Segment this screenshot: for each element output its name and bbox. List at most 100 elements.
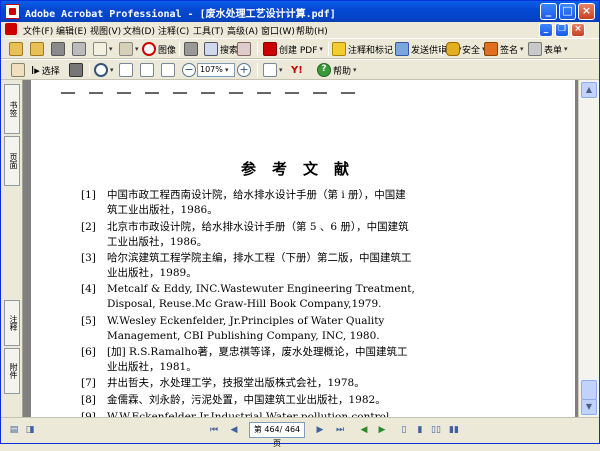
search-label: 搜索 bbox=[220, 45, 239, 56]
search-image-button[interactable]: 图像 bbox=[142, 41, 176, 57]
zoom-input[interactable]: 107% bbox=[197, 63, 235, 77]
hand-tool-button[interactable] bbox=[11, 62, 25, 78]
tab-comments[interactable]: 注释 bbox=[4, 300, 20, 346]
reference-text-line: 业出版社，1981。 bbox=[107, 361, 197, 373]
actual-size-icon bbox=[119, 63, 133, 77]
menu-view[interactable]: 视图(V) bbox=[90, 24, 121, 37]
acrobat-window: Adobe Acrobat Professional - [废水处理工艺设计计算… bbox=[0, 0, 600, 448]
reference-item: [9] W.W.Eckenfelder Jr.Industrial Water p… bbox=[81, 410, 507, 417]
continuous-icon[interactable]: ▮ bbox=[413, 423, 427, 437]
menu-tools[interactable]: 工具(T) bbox=[193, 24, 224, 37]
reference-text-line: 筑工业出版社，1986。 bbox=[107, 204, 218, 216]
main-toolbar: ▾ ▾ 图像 搜索 创建 PDF▾ 注释和标记▾ 发送供审阅▾ 安全▾ 签名▾ … bbox=[1, 38, 599, 59]
menu-advanced[interactable]: 高级(A) bbox=[227, 24, 258, 37]
fit-width-button[interactable] bbox=[161, 62, 175, 78]
open-button[interactable] bbox=[9, 41, 23, 57]
forms-button[interactable]: 表单 ▾ bbox=[528, 41, 568, 57]
yahoo-button[interactable]: Y! bbox=[291, 62, 303, 78]
page-number-field[interactable]: 第 464/ 464 页 bbox=[249, 422, 305, 448]
doc-minimize-button[interactable]: _ bbox=[539, 23, 553, 37]
minimize-button[interactable]: _ bbox=[540, 3, 557, 20]
create-button[interactable] bbox=[30, 41, 44, 57]
attach-button[interactable]: ▾ bbox=[119, 41, 139, 57]
menu-edit[interactable]: 编辑(E) bbox=[56, 24, 87, 37]
next-page-button[interactable]: ▶ bbox=[313, 423, 327, 437]
document-icon[interactable] bbox=[5, 23, 17, 35]
tab-attachments[interactable]: 附件 bbox=[4, 348, 20, 394]
divider bbox=[257, 42, 258, 56]
divider bbox=[441, 42, 442, 56]
print-small-button[interactable] bbox=[184, 41, 198, 57]
header-rule bbox=[61, 92, 361, 94]
menu-document[interactable]: 文档(D) bbox=[123, 24, 155, 37]
scroll-down-button[interactable]: ▼ bbox=[581, 399, 597, 415]
menu-window[interactable]: 窗口(W) bbox=[261, 24, 295, 37]
printer-icon bbox=[184, 42, 198, 56]
page-size-icon: ◨ bbox=[25, 425, 35, 435]
select-label: 选择 bbox=[41, 66, 60, 77]
snapshot-button[interactable] bbox=[69, 62, 83, 78]
page-layout-icon[interactable]: ▤ bbox=[7, 423, 21, 437]
create-pdf-icon bbox=[263, 42, 277, 56]
maximize-button[interactable]: □ bbox=[559, 3, 576, 20]
comment-markup-button[interactable]: 注释和标记▾ bbox=[332, 41, 399, 57]
print-button[interactable] bbox=[72, 41, 86, 57]
continuous-facing-icon[interactable]: ▮▮ bbox=[447, 423, 461, 437]
camera-icon bbox=[69, 63, 83, 77]
reference-text-line: 金儒霖、刘永龄，污泥处置，中国建筑工业出版社，1982。 bbox=[107, 394, 386, 406]
doc-restore-button[interactable]: ❐ bbox=[555, 23, 569, 37]
create-pdf-label: 创建 PDF bbox=[279, 45, 318, 56]
form-label: 表单 bbox=[544, 45, 563, 56]
zoom-tool-button[interactable]: ▾ bbox=[94, 62, 114, 78]
reference-text-line: Management, CBI Publishing Company, INC,… bbox=[107, 330, 380, 342]
menu-bar: 文件(F) 编辑(E) 视图(V) 文档(D) 注释(C) 工具(T) 高级(A… bbox=[1, 22, 599, 38]
tab-bookmarks[interactable]: 书签 bbox=[4, 84, 20, 134]
create-pdf-button[interactable]: 创建 PDF ▾ bbox=[263, 41, 323, 57]
previous-page-button[interactable]: ◀ bbox=[227, 423, 241, 437]
email-button[interactable]: ▾ bbox=[93, 41, 113, 57]
reference-text-line: [加] R.S.Ramalho著，夏忠祺等译，废水处理概论，中国建筑工 bbox=[107, 346, 408, 358]
reference-text-line: 业出版社，1989。 bbox=[107, 267, 197, 279]
menu-comments[interactable]: 注释(C) bbox=[158, 24, 189, 37]
document-viewport[interactable]: 参考文献 [1] 中国市政工程西南设计院，给水排水设计手册（第 i 册），中国建筑… bbox=[23, 80, 578, 417]
doc-close-button[interactable]: × bbox=[571, 23, 585, 37]
menu-file[interactable]: 文件(F) bbox=[23, 24, 53, 37]
help-label: 帮助 bbox=[333, 66, 352, 77]
review-icon bbox=[395, 42, 409, 56]
reference-item: [1] 中国市政工程西南设计院，给水排水设计手册（第 i 册），中国建 筑工业出版社… bbox=[81, 188, 507, 218]
close-button[interactable]: × bbox=[578, 3, 595, 20]
actual-size-button[interactable] bbox=[119, 62, 133, 78]
menu-help[interactable]: 帮助(H) bbox=[296, 24, 328, 37]
tab-pages[interactable]: 页面 bbox=[4, 136, 20, 186]
scroll-up-button[interactable]: ▲ bbox=[581, 82, 597, 98]
reference-number: [4] bbox=[81, 283, 96, 295]
search-button[interactable]: 搜索 bbox=[204, 41, 238, 57]
zoom-out-button[interactable]: − bbox=[182, 62, 196, 78]
save-button[interactable] bbox=[51, 41, 65, 57]
reference-number: [5] bbox=[81, 315, 96, 327]
organizer-button[interactable] bbox=[237, 41, 251, 57]
previous-view-button[interactable]: ◀ bbox=[357, 423, 371, 437]
reference-text-line: Metcalf & Eddy, INC.Wastewuter Engineeri… bbox=[107, 283, 415, 295]
rotate-button[interactable]: ▾ bbox=[263, 62, 283, 78]
pen-icon bbox=[484, 42, 498, 56]
vertical-scrollbar[interactable]: ▲ ▼ bbox=[578, 80, 599, 417]
scroll-thumb[interactable] bbox=[581, 380, 597, 400]
next-view-button[interactable]: ▶ bbox=[375, 423, 389, 437]
last-page-button[interactable]: ⏭ bbox=[333, 423, 347, 437]
select-tool-button[interactable]: Ι▸ 选择 bbox=[31, 62, 60, 78]
create-icon bbox=[30, 42, 44, 56]
sign-label: 签名 bbox=[500, 45, 519, 56]
target-icon bbox=[142, 42, 156, 56]
help-button[interactable]: ? 帮助 ▾ bbox=[317, 62, 357, 78]
zoom-dropdown[interactable]: ▾ bbox=[225, 62, 229, 78]
secure-button[interactable]: 安全▾ bbox=[446, 41, 486, 57]
fit-page-button[interactable] bbox=[140, 62, 154, 78]
first-page-button[interactable]: ⏮ bbox=[207, 423, 221, 437]
title-bar[interactable]: Adobe Acrobat Professional - [废水处理工艺设计计算… bbox=[1, 1, 599, 22]
sign-button[interactable]: 签名 ▾ bbox=[484, 41, 524, 57]
facing-icon[interactable]: ▯▯ bbox=[429, 423, 443, 437]
single-page-icon[interactable]: ▯ bbox=[397, 423, 411, 437]
binoculars-icon bbox=[204, 42, 218, 56]
zoom-in-button[interactable]: + bbox=[237, 62, 251, 78]
